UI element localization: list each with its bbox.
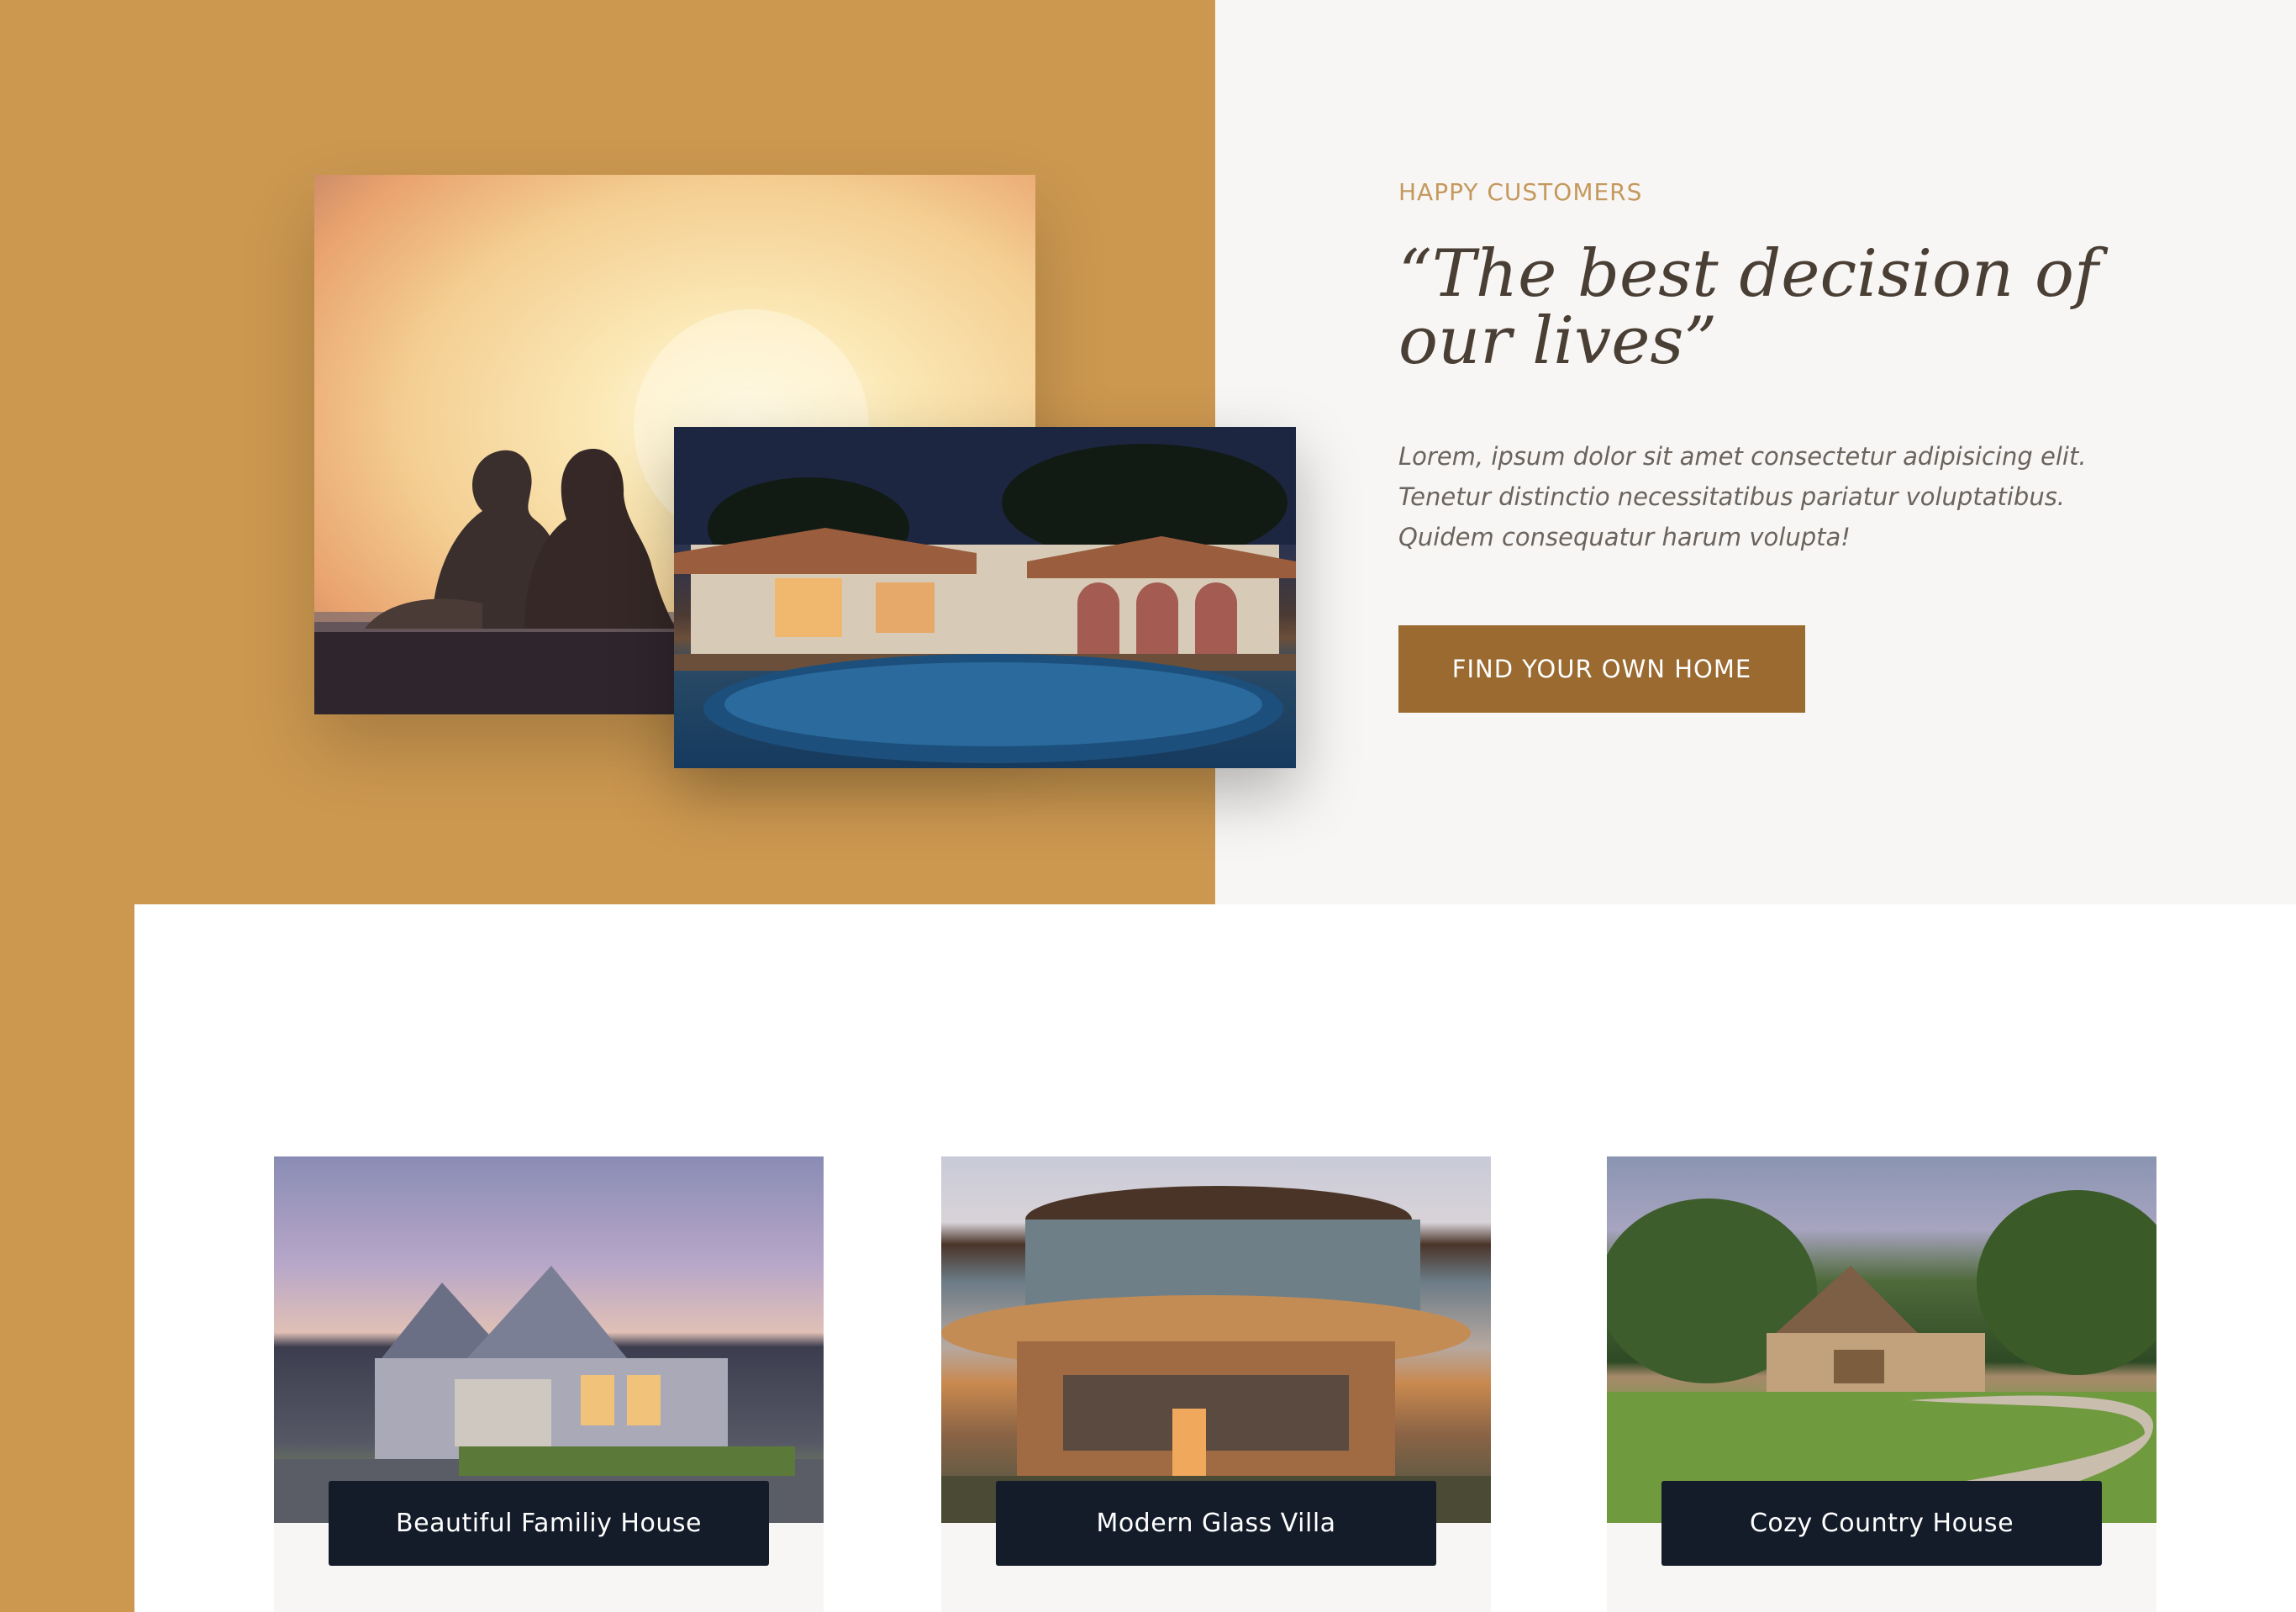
testimonial-body: Lorem, ipsum dolor sit amet consectetur … (1398, 442, 2087, 551)
country-house-photo (1607, 1156, 2156, 1523)
home-card-title: Beautiful Familiy House (329, 1481, 769, 1566)
home-card[interactable]: Beautiful Familiy House (274, 1156, 824, 1612)
glass-villa-photo (941, 1156, 1491, 1523)
family-house-photo (274, 1156, 824, 1523)
home-card[interactable]: Cozy Country House (1607, 1156, 2156, 1612)
section-eyebrow: HAPPY CUSTOMERS (1398, 178, 1643, 206)
gold-side-strip (0, 904, 134, 1612)
find-home-button[interactable]: FIND YOUR OWN HOME (1398, 625, 1805, 713)
villa-pool-photo (674, 427, 1296, 768)
home-card-title: Modern Glass Villa (996, 1481, 1436, 1566)
testimonial-quote: “The best decision of our lives” (1398, 236, 2099, 379)
home-card-title: Cozy Country House (1661, 1481, 2102, 1566)
home-card[interactable]: Modern Glass Villa (941, 1156, 1491, 1612)
